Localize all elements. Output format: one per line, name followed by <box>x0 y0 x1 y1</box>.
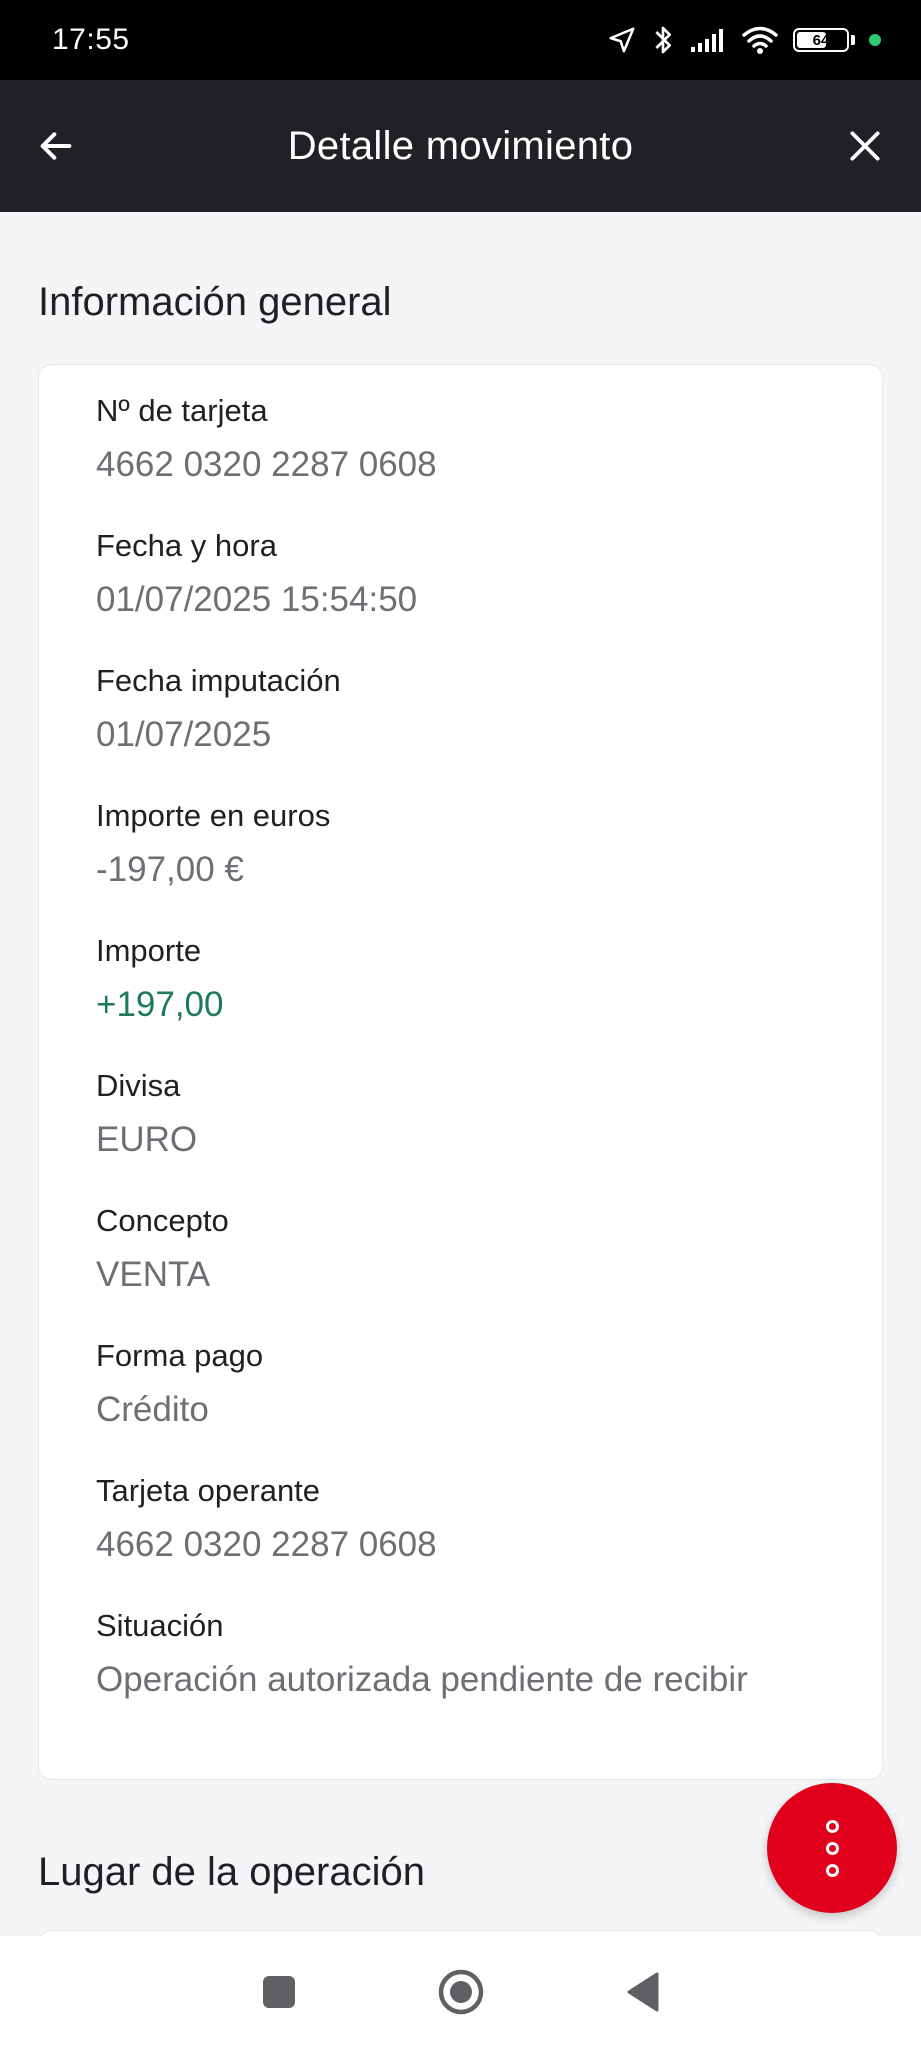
field-value: -197,00 € <box>96 850 244 889</box>
field-label: Importe <box>96 933 202 968</box>
field-label: Situación <box>96 1608 224 1643</box>
more-options-button[interactable] <box>767 1783 897 1913</box>
bluetooth-icon <box>651 24 675 56</box>
field-card-number: Nº de tarjeta 4662 0320 2287 0608 <box>96 391 842 487</box>
arrow-left-icon[interactable] <box>34 124 78 168</box>
app-header: Detalle movimiento <box>0 80 921 212</box>
close-icon[interactable] <box>843 124 887 168</box>
field-value: 01/07/2025 15:54:50 <box>96 580 418 619</box>
field-value: 4662 0320 2287 0608 <box>96 1525 437 1564</box>
field-label: Divisa <box>96 1068 181 1103</box>
field-value: VENTA <box>96 1255 211 1294</box>
recents-icon[interactable] <box>253 1966 305 2018</box>
dot-icon <box>869 34 881 46</box>
field-operating-card: Tarjeta operante 4662 0320 2287 0608 <box>96 1471 842 1567</box>
status-bar: 17:55 64 <box>0 0 921 80</box>
field-date-time: Fecha y hora 01/07/2025 15:54:50 <box>96 526 842 622</box>
page-title: Detalle movimiento <box>287 123 634 168</box>
back-icon[interactable] <box>617 1966 669 2018</box>
field-label: Fecha y hora <box>96 528 277 563</box>
battery-level: 64 <box>812 31 830 49</box>
field-payment-method: Forma pago Crédito <box>96 1336 842 1432</box>
field-amount: Importe +197,00 <box>96 931 842 1027</box>
more-vertical-icon <box>825 1819 839 1877</box>
field-value: EURO <box>96 1120 198 1159</box>
field-booking-date: Fecha imputación 01/07/2025 <box>96 661 842 757</box>
status-time: 17:55 <box>52 23 130 56</box>
section-title-general: Información general <box>38 280 392 324</box>
general-info-card: Nº de tarjeta 4662 0320 2287 0608 Fecha … <box>38 364 883 1780</box>
field-label: Tarjeta operante <box>96 1473 321 1508</box>
field-currency: Divisa EURO <box>96 1066 842 1162</box>
battery-tip <box>851 35 855 45</box>
system-nav-bar <box>0 1936 921 2048</box>
field-label: Importe en euros <box>96 798 331 833</box>
home-icon[interactable] <box>435 1966 487 2018</box>
field-value: 01/07/2025 <box>96 715 272 754</box>
field-amount-eur: Importe en euros -197,00 € <box>96 796 842 892</box>
section-title-location: Lugar de la operación <box>38 1850 425 1894</box>
field-value: Operación autorizada pendiente de recibi… <box>96 1660 748 1699</box>
field-value: 4662 0320 2287 0608 <box>96 445 437 484</box>
field-label: Forma pago <box>96 1338 264 1373</box>
wifi-icon <box>741 25 779 55</box>
battery-icon: 64 <box>793 28 849 52</box>
field-label: Concepto <box>96 1203 229 1238</box>
signal-icon <box>689 27 727 53</box>
field-label: Nº de tarjeta <box>96 393 268 428</box>
field-status: Situación Operación autorizada pendiente… <box>96 1606 842 1702</box>
location-icon <box>607 25 637 55</box>
field-value: Crédito <box>96 1390 209 1429</box>
main-content[interactable]: Información general Nº de tarjeta 4662 0… <box>0 212 921 1936</box>
status-icons: 64 <box>607 24 881 56</box>
field-value: +197,00 <box>96 985 224 1024</box>
field-concept: Concepto VENTA <box>96 1201 842 1297</box>
field-label: Fecha imputación <box>96 663 341 698</box>
